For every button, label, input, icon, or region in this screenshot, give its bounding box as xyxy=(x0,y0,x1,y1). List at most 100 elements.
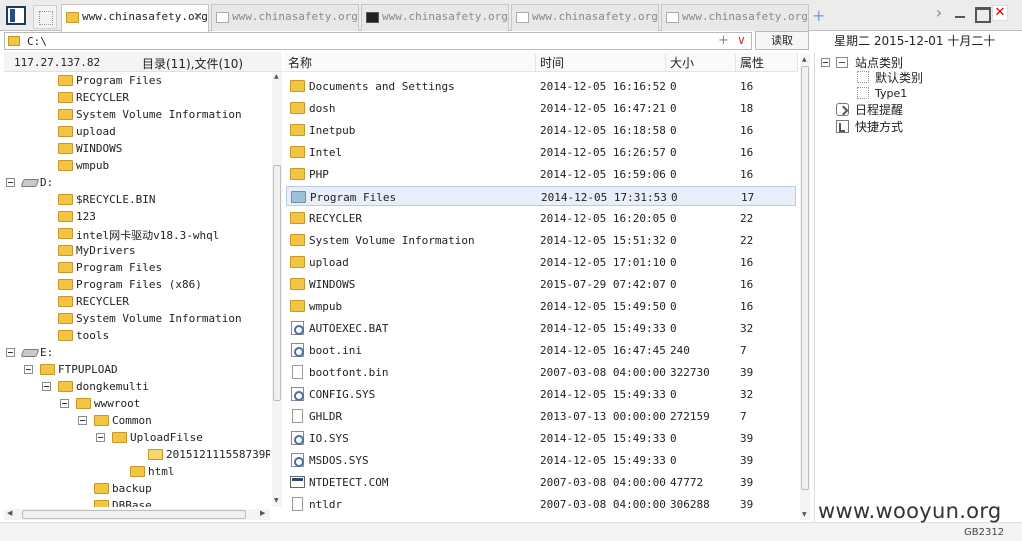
tree-item[interactable]: FTPUPLOAD xyxy=(4,363,270,380)
tree-item[interactable]: upload xyxy=(4,125,270,142)
close-tab-icon[interactable]: ✕ xyxy=(192,11,204,23)
browser-tab[interactable]: www.chinasafety.org xyxy=(661,4,809,31)
file-row[interactable]: IO.SYS 2014-12-05 15:49:33 0 39 xyxy=(286,428,796,448)
tree-item[interactable]: UploadFilse xyxy=(4,431,270,448)
tree-item[interactable]: Program Files (x86) xyxy=(4,278,270,295)
browser-tab[interactable]: www.chinasafety.org ✕ xyxy=(61,4,209,32)
tree-item[interactable]: MyDrivers xyxy=(4,244,270,261)
schedule-reminder-label[interactable]: 日程提醒 xyxy=(855,101,903,118)
file-row[interactable]: NTDETECT.COM 2007-03-08 04:00:00 47772 39 xyxy=(286,472,796,492)
blank-tab-icon[interactable] xyxy=(33,5,57,29)
add-bookmark-icon[interactable]: + xyxy=(718,33,729,48)
file-row[interactable]: Documents and Settings 2014-12-05 16:16:5… xyxy=(286,76,796,96)
file-row[interactable]: System Volume Information 2014-12-05 15:5… xyxy=(286,230,796,250)
tree-item[interactable]: 20151211155873​9RJ6A1 xyxy=(4,448,270,465)
shortcuts-label[interactable]: 快捷方式 xyxy=(855,118,903,135)
scroll-thumb[interactable] xyxy=(273,165,281,401)
file-size: 0 xyxy=(670,432,677,445)
tree-item[interactable]: System Volume Information xyxy=(4,312,270,329)
file-row[interactable]: PHP 2014-12-05 16:59:06 0 16 xyxy=(286,164,796,184)
file-row[interactable]: ntldr 2007-03-08 04:00:00 306288 39 xyxy=(286,494,796,514)
column-attr-header[interactable]: 属性 xyxy=(736,54,798,72)
file-row[interactable]: boot.ini 2014-12-05 16:47:45 240 7 xyxy=(286,340,796,360)
tree-item[interactable]: Program Files xyxy=(4,74,270,91)
tree-item-label: WINDOWS xyxy=(76,142,123,155)
address-path[interactable]: C:\ xyxy=(27,35,47,48)
maximize-icon[interactable] xyxy=(972,4,991,23)
scroll-down-icon[interactable]: ▼ xyxy=(274,497,279,504)
file-row[interactable]: Inetpub 2014-12-05 16:18:58 0 16 xyxy=(286,120,796,140)
minimize-icon[interactable] xyxy=(951,4,969,22)
collapse-toggle-icon[interactable] xyxy=(6,178,15,187)
column-name-header[interactable]: 名称 xyxy=(284,54,536,72)
file-row[interactable]: Program Files 2014-12-05 17:31:53 0 17 xyxy=(286,186,796,206)
file-row[interactable]: Intel 2014-12-05 16:26:57 0 16 xyxy=(286,142,796,162)
tree-vertical-scrollbar[interactable]: ▲ ▼ xyxy=(272,72,282,507)
scroll-up-icon[interactable]: ▲ xyxy=(274,73,279,80)
tree-item[interactable]: Common xyxy=(4,414,270,431)
tree-item[interactable]: Program Files xyxy=(4,261,270,278)
tree-drive[interactable]: E: xyxy=(4,346,270,363)
file-row[interactable]: CONFIG.SYS 2014-12-05 15:49:33 0 32 xyxy=(286,384,796,404)
file-row[interactable]: dosh 2014-12-05 16:47:21 0 18 xyxy=(286,98,796,118)
file-time: 2014-12-05 16:26:57 xyxy=(540,146,666,159)
category-default[interactable]: 默认类别 xyxy=(875,69,923,86)
column-size-header[interactable]: 大小 xyxy=(666,54,736,72)
tree-item[interactable]: DBBase xyxy=(4,499,270,507)
tree-item[interactable]: wmpub xyxy=(4,159,270,176)
tree-item[interactable]: RECYCLER xyxy=(4,295,270,312)
app-logo-icon[interactable] xyxy=(6,6,26,25)
file-row[interactable]: wmpub 2014-12-05 15:49:50 0 16 xyxy=(286,296,796,316)
tree-item[interactable]: intel网卡驱动v18.3-whql xyxy=(4,227,270,244)
collapse-toggle-icon[interactable] xyxy=(821,58,830,67)
tree-horizontal-scrollbar[interactable]: ◀ ▶ xyxy=(4,509,270,520)
system-file-icon xyxy=(291,453,304,467)
file-row[interactable]: upload 2014-12-05 17:01:10 0 16 xyxy=(286,252,796,272)
scroll-up-icon[interactable]: ▲ xyxy=(802,56,807,63)
collapse-toggle-icon[interactable] xyxy=(96,433,105,442)
tree-item-label: System Volume Information xyxy=(76,108,242,121)
tree-item[interactable]: WINDOWS xyxy=(4,142,270,159)
column-time-header[interactable]: 时间 xyxy=(536,54,666,72)
collapse-toggle-icon[interactable] xyxy=(60,399,69,408)
browser-tab[interactable]: www.chinasafety.org xyxy=(211,4,359,31)
scroll-thumb[interactable] xyxy=(801,66,809,490)
directory-tree: Program Files RECYCLER System Volume Infor… xyxy=(4,72,270,507)
scroll-down-icon[interactable]: ▼ xyxy=(802,511,807,518)
file-row[interactable]: AUTOEXEC.BAT 2014-12-05 15:49:33 0 32 xyxy=(286,318,796,338)
tree-item[interactable]: wwwroot xyxy=(4,397,270,414)
collapse-toggle-icon[interactable] xyxy=(6,348,15,357)
tree-item[interactable]: tools xyxy=(4,329,270,346)
tree-item[interactable]: html xyxy=(4,465,270,482)
browser-tab[interactable]: www.chinasafety.org xyxy=(511,4,659,31)
collapse-toggle-icon[interactable] xyxy=(24,365,33,374)
file-list-vertical-scrollbar[interactable]: ▲ ▼ xyxy=(800,54,810,520)
collapse-toggle-icon[interactable] xyxy=(78,416,87,425)
file-row[interactable]: WINDOWS 2015-07-29 07:42:07 0 16 xyxy=(286,274,796,294)
scroll-thumb[interactable] xyxy=(22,510,246,519)
collapse-toggle-icon[interactable] xyxy=(42,382,51,391)
category-type1[interactable]: Type1 xyxy=(875,87,907,100)
tree-item[interactable]: $RECYCLE.BIN xyxy=(4,193,270,210)
chevron-down-icon[interactable]: ∨ xyxy=(737,33,746,47)
scroll-left-icon[interactable]: ◀ xyxy=(7,509,12,517)
file-row[interactable]: GHLDR 2013-07-13 00:00:00 272159 7 xyxy=(286,406,796,426)
tree-item[interactable]: backup xyxy=(4,482,270,499)
browser-tab[interactable]: www.chinasafety.org xyxy=(361,4,509,31)
close-icon[interactable]: ✕ xyxy=(992,5,1008,21)
tab-scroll-right-icon[interactable]: › xyxy=(930,4,948,22)
new-tab-button[interactable]: + xyxy=(812,6,825,25)
tree-item[interactable]: RECYCLER xyxy=(4,91,270,108)
file-row[interactable]: MSDOS.SYS 2014-12-05 15:49:33 0 39 xyxy=(286,450,796,470)
tree-item[interactable]: System Volume Information xyxy=(4,108,270,125)
tree-item[interactable]: dongkemulti xyxy=(4,380,270,397)
tree-item[interactable]: 123 xyxy=(4,210,270,227)
tree-drive[interactable]: D: xyxy=(4,176,270,193)
scroll-right-icon[interactable]: ▶ xyxy=(260,509,265,517)
encoding-label[interactable]: GB2312 xyxy=(964,527,1004,538)
address-bar[interactable]: C:\ + ∨ xyxy=(4,32,752,50)
file-row[interactable]: bootfont.bin 2007-03-08 04:00:00 322730 39 xyxy=(286,362,796,382)
file-row[interactable]: RECYCLER 2014-12-05 16:20:05 0 22 xyxy=(286,208,796,228)
folder-open-icon xyxy=(291,191,306,203)
read-button[interactable]: 读取 xyxy=(755,31,809,50)
